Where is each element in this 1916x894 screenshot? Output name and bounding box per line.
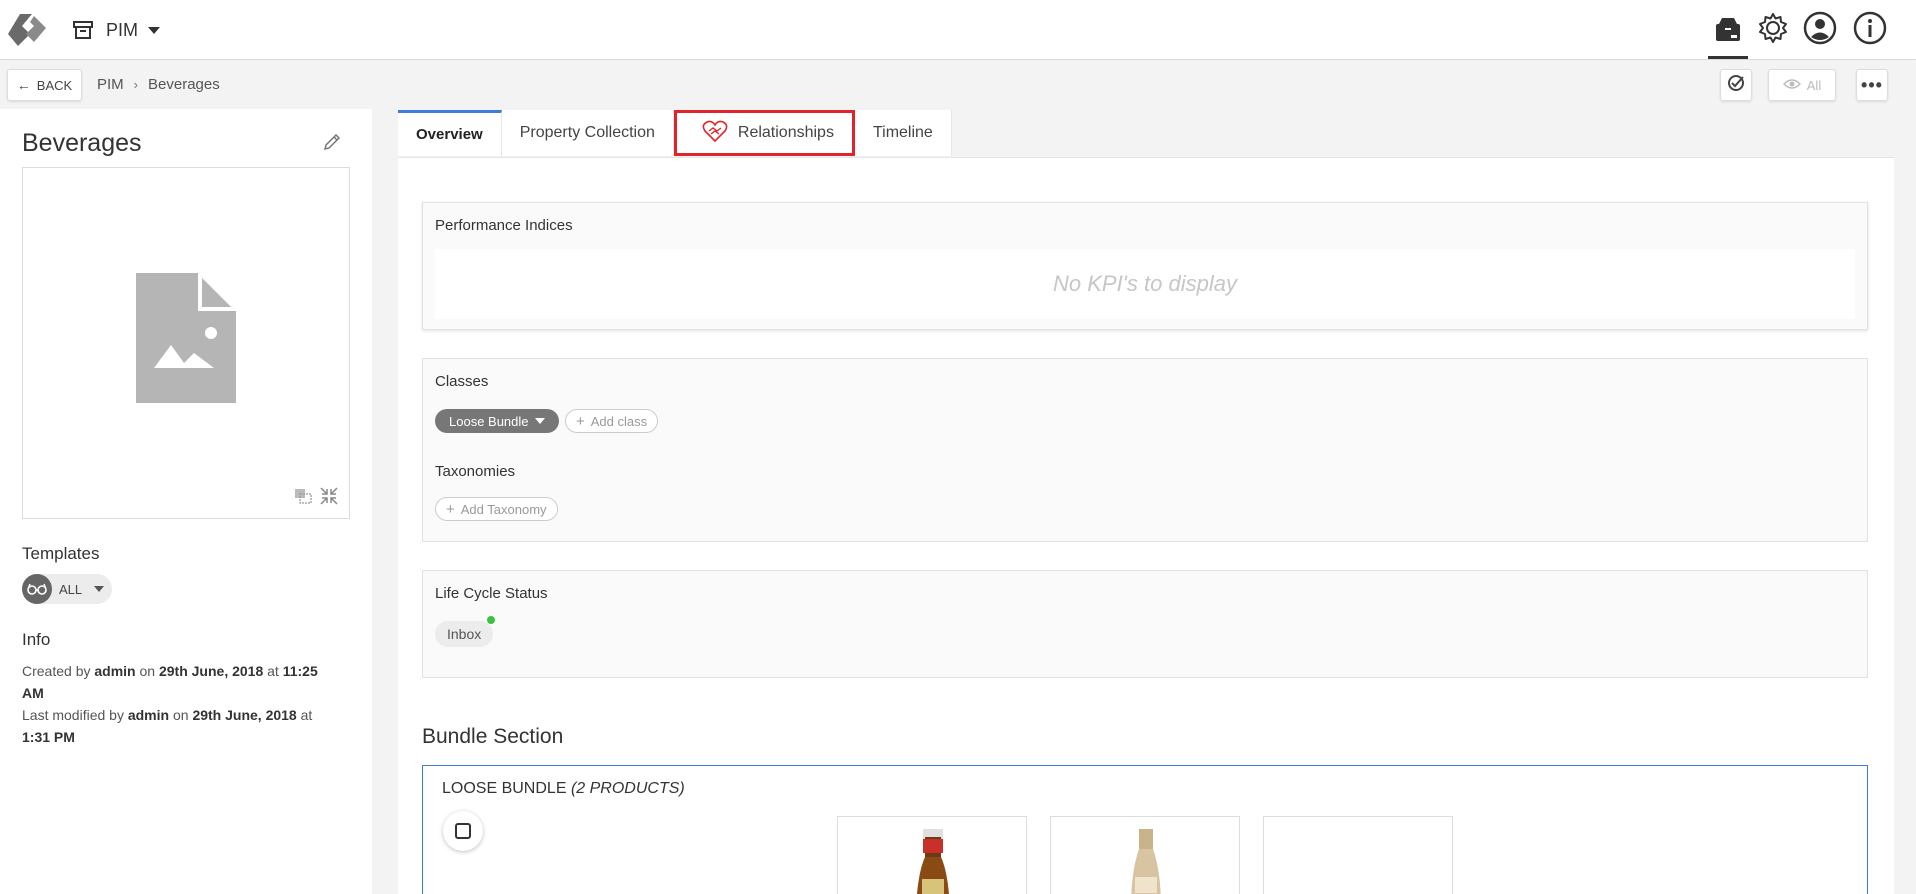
add-taxonomy-button[interactable]: + Add Taxonomy (435, 497, 558, 521)
modified-time: 1:31 PM (22, 729, 75, 745)
lifecycle-title: Life Cycle Status (435, 585, 548, 602)
tab-bar: Overview Property Collection Relationshi… (398, 110, 952, 156)
plus-icon: + (446, 500, 455, 518)
created-on: on (139, 663, 156, 679)
add-class-label: Add class (590, 413, 648, 429)
modified-prefix: Last modified by (22, 707, 124, 723)
back-button[interactable]: ← BACK (7, 69, 82, 101)
template-selector[interactable]: ALL (22, 574, 112, 604)
template-value: ALL (59, 581, 83, 597)
created-date: 29th June, 2018 (158, 663, 264, 679)
image-placeholder-icon (136, 273, 236, 408)
app-switcher[interactable]: PIM (72, 16, 161, 44)
entity-sidebar: Beverages Templates ALL Info Created by … (0, 109, 372, 894)
breadcrumb: PIM › Beverages (97, 76, 220, 93)
overview-content: Performance Indices No KPI's to display … (398, 157, 1894, 894)
add-class-button[interactable]: + Add class (565, 409, 659, 433)
tab-overview[interactable]: Overview (398, 110, 502, 156)
kpi-card: Performance Indices No KPI's to display (422, 202, 1868, 330)
product-card[interactable] (1050, 816, 1240, 894)
modified-user: admin (127, 707, 170, 723)
entity-image[interactable] (22, 167, 350, 519)
info-label: Info (22, 630, 51, 649)
archive-box-icon (72, 19, 94, 41)
class-chip[interactable]: Loose Bundle (435, 409, 559, 433)
classes-title: Classes (435, 373, 489, 390)
more-options-button[interactable]: ••• (1856, 69, 1888, 101)
kpi-empty-message: No KPI's to display (1053, 271, 1237, 296)
taxonomies-title: Taxonomies (435, 463, 516, 480)
entity-title: Beverages (22, 129, 142, 157)
lifecycle-status-chip[interactable]: Inbox (435, 616, 496, 647)
created-prefix: Created by (22, 663, 91, 679)
user-button[interactable] (1800, 10, 1840, 50)
view-filter-button[interactable]: All (1768, 69, 1836, 101)
breadcrumb-separator-icon: › (133, 77, 139, 92)
arrow-left-icon: ← (16, 77, 31, 93)
chevron-down-icon (94, 586, 105, 592)
collapse-icon[interactable] (319, 486, 339, 506)
lifecycle-status-label: Inbox (447, 626, 482, 642)
created-line: Created by admin on 29th June, 2018 at 1… (22, 660, 322, 704)
chevron-down-icon (534, 418, 545, 424)
more-horizontal-icon: ••• (1861, 74, 1883, 95)
modified-date: 29th June, 2018 (192, 707, 297, 723)
modified-line: Last modified by admin on 29th June, 201… (22, 704, 322, 748)
tab-relationships[interactable]: Relationships (673, 110, 855, 156)
created-at: at (267, 663, 279, 679)
bundle-count: (2 PRODUCTS) (570, 780, 685, 797)
pencil-icon[interactable] (322, 132, 342, 152)
chevron-down-icon (148, 26, 161, 34)
image-replace-icon[interactable] (293, 486, 313, 506)
products-icon (1713, 14, 1743, 49)
product-card[interactable] (837, 816, 1027, 894)
app-logo[interactable] (6, 10, 52, 50)
tab-label: Property Collection (519, 124, 655, 141)
handshake-heart-icon (702, 120, 728, 147)
top-bar: PIM (0, 0, 1916, 60)
back-label: BACK (36, 77, 73, 93)
info-details: Created by admin on 29th June, 2018 at 1… (22, 660, 322, 748)
bundle-title: LOOSE BUNDLE (2 PRODUCTS) (442, 780, 685, 798)
info-button[interactable] (1850, 10, 1890, 50)
plus-icon: + (576, 412, 585, 430)
classes-card: Classes Loose Bundle + Add class Taxonom… (422, 358, 1868, 542)
glasses-icon (22, 574, 52, 604)
validate-button[interactable] (1720, 69, 1752, 101)
view-filter-label: All (1806, 77, 1822, 93)
tab-label: Relationships (737, 124, 834, 141)
breadcrumb-item-current: Beverages (148, 76, 220, 93)
bundle-select-checkbox[interactable] (443, 811, 483, 851)
kpi-title: Performance Indices (435, 217, 573, 234)
main-panel: Overview Property Collection Relationshi… (372, 109, 1916, 894)
bundle-panel: LOOSE BUNDLE (2 PRODUCTS) (422, 765, 1868, 894)
kpi-body: No KPI's to display (435, 249, 1855, 319)
bundle-section-title: Bundle Section (422, 725, 564, 748)
lifecycle-card: Life Cycle Status Inbox (422, 570, 1868, 678)
sub-header: ← BACK PIM › Beverages All ••• (0, 61, 1916, 109)
add-taxonomy-label: Add Taxonomy (460, 501, 547, 517)
user-icon (1803, 11, 1837, 50)
info-icon (1853, 11, 1887, 50)
templates-label: Templates (22, 544, 100, 563)
status-dot-icon (487, 616, 496, 624)
tab-property-collection[interactable]: Property Collection (501, 110, 674, 156)
tab-label: Overview (416, 126, 483, 143)
app-name: PIM (106, 19, 139, 40)
checkbox-icon (455, 823, 471, 839)
modified-on: on (172, 707, 189, 723)
eye-icon (1782, 78, 1801, 93)
class-chip-label: Loose Bundle (449, 413, 529, 429)
tab-label: Timeline (872, 124, 933, 141)
products-button[interactable] (1708, 10, 1748, 59)
add-product-card[interactable] (1263, 816, 1453, 894)
settings-button[interactable] (1753, 10, 1793, 50)
tab-timeline[interactable]: Timeline (854, 110, 952, 156)
breadcrumb-item-pim[interactable]: PIM (97, 76, 124, 93)
gear-icon (1756, 11, 1790, 50)
modified-at: at (300, 707, 313, 723)
created-user: admin (94, 663, 136, 679)
bundle-name: LOOSE BUNDLE (442, 780, 567, 797)
check-circle-icon (1726, 73, 1746, 98)
